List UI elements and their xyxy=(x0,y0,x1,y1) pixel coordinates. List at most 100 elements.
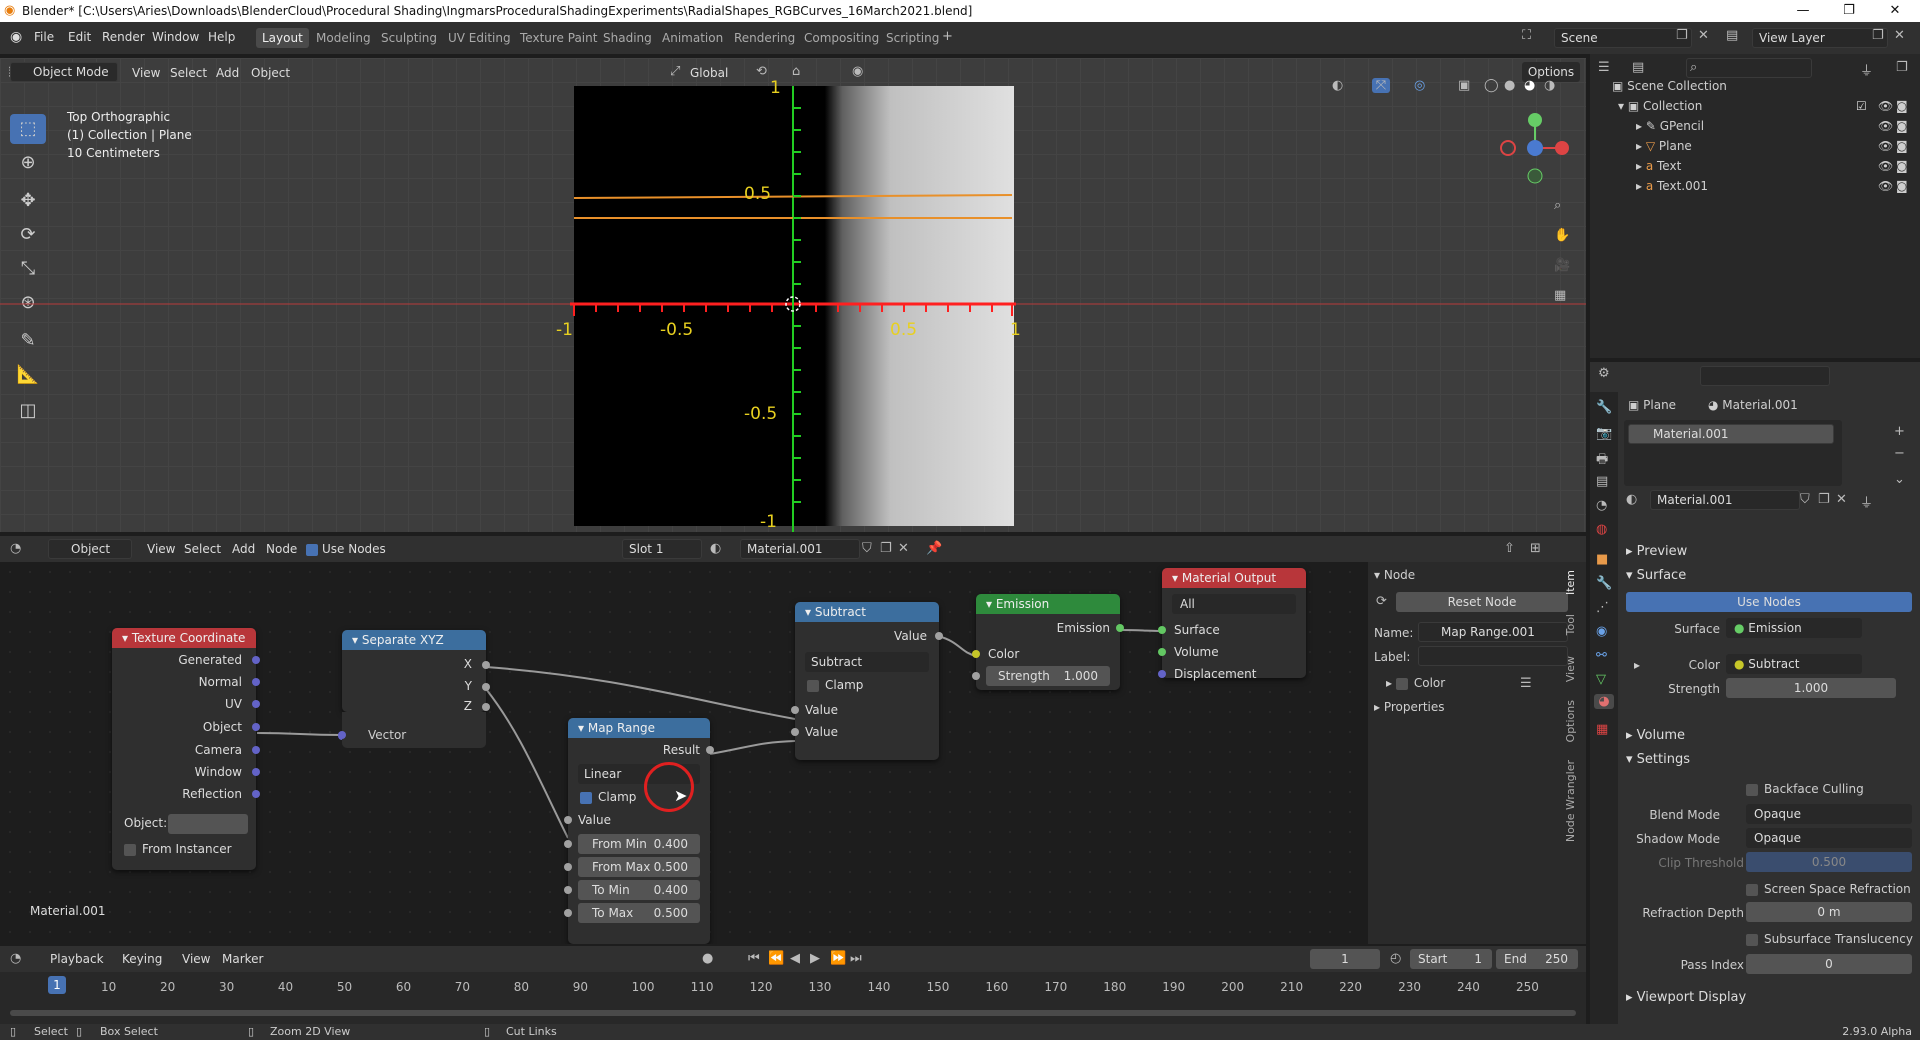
tab-view[interactable]: View xyxy=(1564,656,1586,682)
socket-dot[interactable] xyxy=(935,632,943,640)
shader-type-select[interactable]: Object xyxy=(48,539,132,559)
tab-shading[interactable]: Shading xyxy=(597,28,658,48)
node-map-range[interactable]: ▾ Map Range Result Linear Clamp Value Fr… xyxy=(564,718,714,944)
tab-compositing[interactable]: Compositing xyxy=(798,28,885,48)
pin-icon[interactable]: 📌 xyxy=(926,541,942,556)
properties-panel-header[interactable]: ▸ Properties xyxy=(1374,700,1445,714)
list-icon[interactable]: ☰ xyxy=(1520,676,1532,691)
node-name-field[interactable]: Map Range.001 xyxy=(1418,622,1568,642)
screen-space-refraction-checkbox[interactable]: Screen Space Refraction xyxy=(1746,882,1911,896)
tab-texture-paint[interactable]: Texture Paint xyxy=(514,28,603,48)
node-menu-select[interactable]: Select xyxy=(184,542,221,556)
new-collection-icon[interactable]: ❐ xyxy=(1896,60,1908,75)
socket-color[interactable]: Color xyxy=(976,644,1120,664)
socket-dot[interactable] xyxy=(1158,648,1166,656)
socket-x[interactable]: X xyxy=(342,654,486,674)
render-tab-icon[interactable]: 📷 xyxy=(1596,426,1612,441)
node-editor-type-icon[interactable]: ◔ xyxy=(10,541,21,556)
eye-icon[interactable]: 👁 xyxy=(1878,96,1893,116)
outliner-item-text-001[interactable]: ▸ a Text.001 👁 ◙ xyxy=(1590,176,1920,196)
tab-rendering[interactable]: Rendering xyxy=(728,28,801,48)
operation-select[interactable]: Subtract xyxy=(805,652,929,672)
eye-icon[interactable]: 👁 xyxy=(1878,156,1893,176)
tl-menu-playback[interactable]: Playback xyxy=(50,952,104,966)
modifier-tab-icon[interactable]: 🔧 xyxy=(1596,576,1612,591)
socket-value-in-1[interactable]: Value xyxy=(795,700,939,720)
next-key-icon[interactable]: ⏩ xyxy=(830,951,846,966)
snap-node-icon[interactable]: ⊞ xyxy=(1530,541,1541,556)
socket-dot[interactable] xyxy=(252,768,260,776)
socket-dot[interactable] xyxy=(791,706,799,714)
material-slot-item[interactable]: Material.001 xyxy=(1628,424,1834,444)
socket-generated[interactable]: Generated xyxy=(112,650,256,670)
socket-dot[interactable] xyxy=(482,661,490,669)
menu-edit[interactable]: Edit xyxy=(68,30,91,44)
socket-dot[interactable] xyxy=(564,909,572,917)
data-tab-icon[interactable]: ▽ xyxy=(1596,672,1606,687)
node-emission[interactable]: ▾ Emission Emission Color Strength 1.000 xyxy=(972,594,1124,690)
socket-volume[interactable]: Volume xyxy=(1162,642,1306,662)
socket-dot[interactable] xyxy=(338,731,346,739)
node-editor[interactable]: ▾ Texture Coordinate Generated Normal UV… xyxy=(0,562,1368,944)
outliner-item-plane[interactable]: ▸ ▽ Plane 👁 ◙ xyxy=(1590,136,1920,156)
view-layer-tab-icon[interactable]: ▤ xyxy=(1596,474,1608,489)
node-panel-header[interactable]: ▾ Node xyxy=(1374,568,1415,582)
menu-file[interactable]: File xyxy=(34,30,54,44)
jump-start-icon[interactable]: ⏮ xyxy=(748,951,760,966)
socket-dot[interactable] xyxy=(564,886,572,894)
tab-animation[interactable]: Animation xyxy=(656,28,729,48)
constraints-tab-icon[interactable]: ⚯ xyxy=(1596,648,1607,663)
remove-slot-icon[interactable]: − xyxy=(1894,446,1905,461)
add-slot-icon[interactable]: + xyxy=(1894,424,1905,439)
zoom-icon[interactable]: ⌕ xyxy=(1554,198,1561,213)
view-layer-field[interactable]: View Layer xyxy=(1752,28,1888,48)
play-reverse-icon[interactable]: ◀ xyxy=(790,951,800,966)
socket-dot[interactable] xyxy=(252,656,260,664)
world-tab-icon[interactable]: ◍ xyxy=(1596,522,1607,537)
node-subtract[interactable]: ▾ Subtract Value Subtract Clamp Value Va… xyxy=(791,602,943,760)
camera-icon[interactable]: ◙ xyxy=(1896,156,1908,176)
scene-field[interactable]: Scene xyxy=(1554,28,1692,48)
tl-menu-keying[interactable]: Keying xyxy=(122,952,162,966)
socket-dot[interactable] xyxy=(252,723,260,731)
scene-tab-icon[interactable]: ◔ xyxy=(1596,498,1607,513)
node-menu-add[interactable]: Add xyxy=(232,542,255,556)
outliner-search[interactable] xyxy=(1686,58,1812,78)
3d-viewport[interactable]: ⬚ Object Mode View Select Add Object ⤢ G… xyxy=(0,58,1586,532)
timeline-editor-icon[interactable]: ◔ xyxy=(10,951,21,966)
jump-end-icon[interactable]: ⏭ xyxy=(850,951,862,966)
object-tab-icon[interactable]: ■ xyxy=(1596,552,1608,567)
navigation-gizmo[interactable] xyxy=(1490,108,1570,188)
node-header[interactable]: ▾ Separate XYZ xyxy=(342,630,486,650)
properties-search[interactable] xyxy=(1700,366,1830,386)
tab-options[interactable]: Options xyxy=(1564,700,1586,742)
settings-panel[interactable]: ▾ Settings xyxy=(1626,752,1690,767)
camera-icon[interactable]: ◙ xyxy=(1896,176,1908,196)
refraction-depth-field[interactable]: 0 m xyxy=(1746,902,1912,922)
play-icon[interactable]: ▶ xyxy=(810,951,820,966)
socket-y[interactable]: Y xyxy=(342,676,486,696)
socket-dot[interactable] xyxy=(252,678,260,686)
outliner-collection[interactable]: ▾ ▣ Collection ☑ 👁 ◙ xyxy=(1590,96,1920,116)
target-select[interactable]: All xyxy=(1172,594,1296,614)
camera-icon[interactable]: ◙ xyxy=(1896,96,1908,116)
eye-icon[interactable]: 👁 xyxy=(1878,176,1893,196)
fake-user-icon[interactable]: ⛉ xyxy=(1800,492,1810,507)
material-browse-icon[interactable]: ◐ xyxy=(710,541,721,556)
material-tab-icon[interactable]: ◕ xyxy=(1594,694,1614,709)
socket-dot[interactable] xyxy=(564,863,572,871)
tl-menu-marker[interactable]: Marker xyxy=(222,952,263,966)
end-frame-field[interactable]: End 250 xyxy=(1496,949,1578,969)
node-separate-xyz[interactable]: ▾ Separate XYZ X Y Z Vector xyxy=(338,630,490,743)
material-browse-icon[interactable]: ◐ xyxy=(1626,492,1637,507)
menu-render[interactable]: Render xyxy=(102,30,145,44)
node-header[interactable]: ▾ Emission xyxy=(976,594,1120,614)
camera-icon[interactable]: ◙ xyxy=(1896,116,1908,136)
properties-editor-icon[interactable]: ⚙ xyxy=(1598,366,1610,381)
camera-view-icon[interactable]: 🎥 xyxy=(1554,258,1570,273)
add-workspace-icon[interactable]: + xyxy=(942,29,953,44)
tab-node-wrangler[interactable]: Node Wrangler xyxy=(1564,760,1586,842)
node-header[interactable]: ▾ Subtract xyxy=(795,602,939,622)
output-tab-icon[interactable]: 🖶 xyxy=(1596,450,1608,472)
volume-panel[interactable]: ▸ Volume xyxy=(1626,728,1685,743)
